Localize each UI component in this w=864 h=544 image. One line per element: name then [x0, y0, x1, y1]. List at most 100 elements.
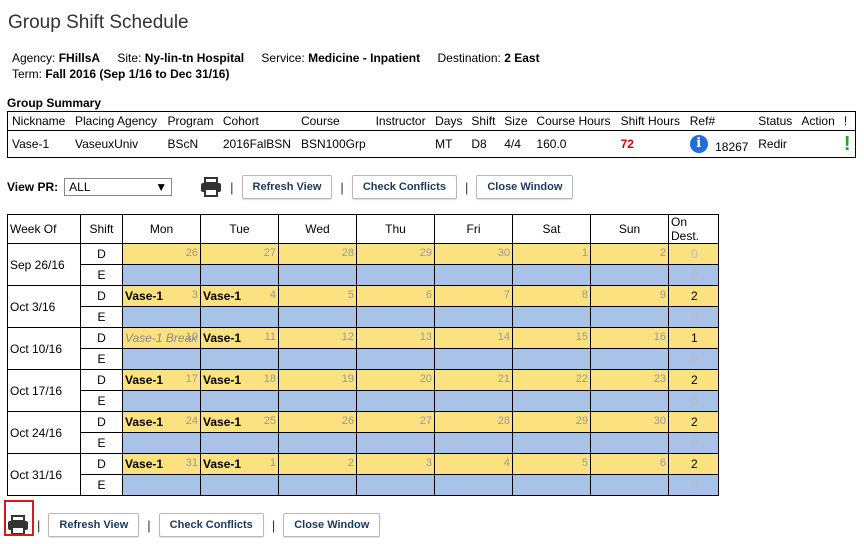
day-number: 26 — [185, 247, 198, 259]
shift-event: Vase-1 — [203, 373, 242, 387]
close-window-button[interactable]: Close Window — [476, 175, 574, 199]
day-shift-cell[interactable]: 8 — [512, 285, 591, 307]
day-shift-cell[interactable]: 27 — [356, 411, 435, 433]
day-shift-cell[interactable]: 13 — [356, 327, 435, 349]
evening-shift-cell[interactable] — [590, 306, 669, 328]
day-shift-cell[interactable]: 2 — [590, 243, 669, 265]
grid-header-cell: Mon — [122, 214, 201, 244]
day-shift-cell[interactable]: 14 — [434, 327, 513, 349]
day-shift-cell[interactable]: Vase-1 17 — [122, 369, 201, 391]
day-shift-cell[interactable]: 2 — [278, 453, 357, 475]
refresh-view-button[interactable]: Refresh View — [48, 513, 140, 537]
day-shift-cell[interactable]: Vase-1 25 — [200, 411, 279, 433]
check-conflicts-button[interactable]: Check Conflicts — [351, 175, 457, 199]
day-shift-cell[interactable]: 7 — [434, 285, 513, 307]
evening-shift-cell[interactable] — [122, 348, 201, 370]
day-shift-cell[interactable]: 29 — [356, 243, 435, 265]
day-shift-cell[interactable]: 28 — [278, 243, 357, 265]
day-shift-cell[interactable]: 27 — [200, 243, 279, 265]
info-icon[interactable]: i — [689, 135, 708, 153]
evening-shift-cell[interactable] — [512, 348, 591, 370]
day-shift-cell[interactable]: 3 — [356, 453, 435, 475]
evening-shift-cell[interactable] — [122, 432, 201, 454]
day-shift-cell[interactable]: 30 — [590, 411, 669, 433]
evening-shift-cell[interactable] — [434, 264, 513, 286]
evening-shift-cell[interactable] — [512, 306, 591, 328]
evening-shift-cell[interactable] — [200, 390, 279, 412]
evening-shift-cell[interactable] — [512, 432, 591, 454]
day-number: 20 — [419, 373, 432, 385]
evening-shift-cell[interactable] — [122, 474, 201, 496]
evening-shift-cell[interactable] — [356, 390, 435, 412]
refresh-view-button[interactable]: Refresh View — [241, 175, 333, 199]
evening-shift-cell[interactable] — [434, 306, 513, 328]
print-icon[interactable] — [200, 177, 222, 197]
evening-shift-cell[interactable] — [590, 432, 669, 454]
evening-shift-cell[interactable] — [278, 432, 357, 454]
day-shift-cell[interactable]: 20 — [356, 369, 435, 391]
day-shift-cell[interactable]: 26 — [122, 243, 201, 265]
placement-info: Agency: FHillsA Site: Ny-lin-tn Hospital… — [12, 51, 540, 65]
evening-shift-cell[interactable] — [122, 306, 201, 328]
evening-shift-cell[interactable] — [434, 432, 513, 454]
evening-shift-cell[interactable] — [200, 306, 279, 328]
evening-shift-cell[interactable] — [278, 348, 357, 370]
evening-shift-cell[interactable] — [356, 348, 435, 370]
day-shift-cell[interactable]: 6 — [356, 285, 435, 307]
evening-shift-cell[interactable] — [434, 390, 513, 412]
evening-shift-cell[interactable] — [356, 306, 435, 328]
evening-shift-cell[interactable] — [512, 390, 591, 412]
day-shift-cell[interactable]: Vase-1 4 — [200, 285, 279, 307]
day-shift-cell[interactable]: 23 — [590, 369, 669, 391]
day-shift-cell[interactable]: 21 — [434, 369, 513, 391]
evening-shift-cell[interactable] — [200, 474, 279, 496]
day-shift-cell[interactable]: 5 — [278, 285, 357, 307]
day-shift-cell[interactable]: 28 — [434, 411, 513, 433]
week-row-evening-shift: E0 — [8, 390, 719, 412]
evening-shift-cell[interactable] — [278, 264, 357, 286]
evening-shift-cell[interactable] — [200, 432, 279, 454]
close-window-button[interactable]: Close Window — [283, 513, 381, 537]
day-shift-cell[interactable]: Vase-1 1 — [200, 453, 279, 475]
day-shift-cell[interactable]: 30 — [434, 243, 513, 265]
day-shift-cell[interactable]: Vase-1 18 — [200, 369, 279, 391]
evening-shift-cell[interactable] — [434, 348, 513, 370]
evening-shift-cell[interactable] — [590, 264, 669, 286]
view-pr-select[interactable]: ALL ▼ — [64, 178, 173, 196]
day-shift-cell[interactable]: 4 — [434, 453, 513, 475]
evening-shift-cell[interactable] — [512, 474, 591, 496]
evening-shift-cell[interactable] — [356, 474, 435, 496]
evening-shift-cell[interactable] — [200, 264, 279, 286]
evening-shift-cell[interactable] — [590, 348, 669, 370]
evening-shift-cell[interactable] — [200, 348, 279, 370]
day-shift-cell[interactable]: Vase-1 11 — [200, 327, 279, 349]
evening-shift-cell[interactable] — [512, 264, 591, 286]
day-shift-cell[interactable]: Vase-1 3 — [122, 285, 201, 307]
day-shift-cell[interactable]: Vase-1 24 — [122, 411, 201, 433]
day-shift-cell[interactable]: 29 — [512, 411, 591, 433]
evening-shift-cell[interactable] — [278, 390, 357, 412]
day-shift-cell[interactable]: 16 — [590, 327, 669, 349]
evening-shift-cell[interactable] — [356, 432, 435, 454]
day-shift-cell[interactable]: 19 — [278, 369, 357, 391]
check-conflicts-button[interactable]: Check Conflicts — [158, 513, 264, 537]
day-shift-cell[interactable]: 6 — [590, 453, 669, 475]
day-shift-cell[interactable]: 9 — [590, 285, 669, 307]
day-shift-cell[interactable]: 5 — [512, 453, 591, 475]
evening-shift-cell[interactable] — [278, 306, 357, 328]
evening-shift-cell[interactable] — [122, 264, 201, 286]
day-shift-cell[interactable]: 26 — [278, 411, 357, 433]
day-shift-cell[interactable]: 12 — [278, 327, 357, 349]
destination-value: 2 East — [504, 51, 540, 65]
day-shift-cell[interactable]: Vase-1 31 — [122, 453, 201, 475]
evening-shift-cell[interactable] — [590, 474, 669, 496]
evening-shift-cell[interactable] — [122, 390, 201, 412]
evening-shift-cell[interactable] — [590, 390, 669, 412]
day-shift-cell[interactable]: 1 — [512, 243, 591, 265]
evening-shift-cell[interactable] — [356, 264, 435, 286]
day-shift-cell[interactable]: 15 — [512, 327, 591, 349]
day-shift-cell[interactable]: Vase-1 Break 10 — [122, 327, 201, 349]
day-shift-cell[interactable]: 22 — [512, 369, 591, 391]
evening-shift-cell[interactable] — [278, 474, 357, 496]
evening-shift-cell[interactable] — [434, 474, 513, 496]
